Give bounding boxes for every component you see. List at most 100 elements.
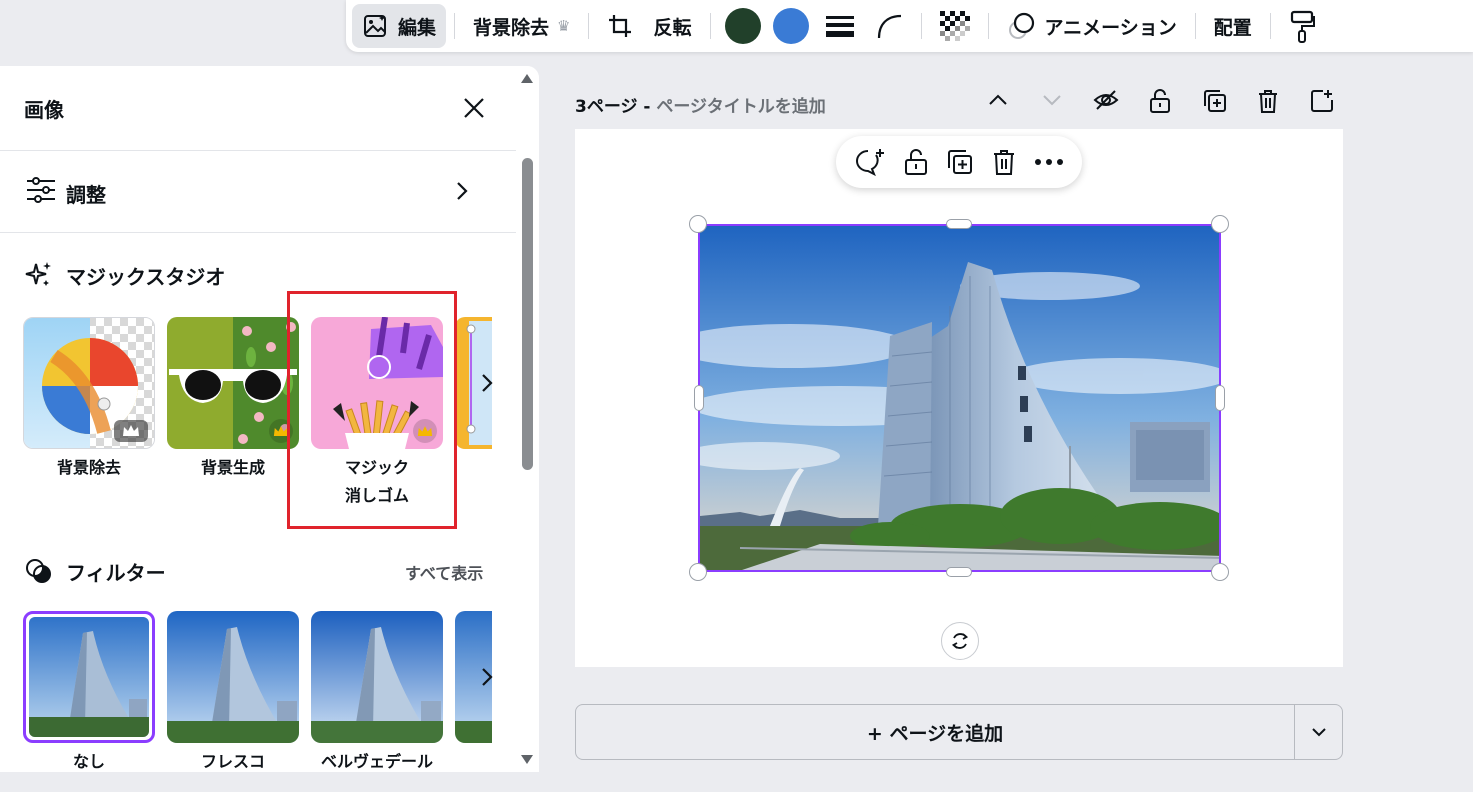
animate-icon — [1007, 11, 1037, 41]
resize-handle-bottom-left[interactable] — [689, 563, 707, 581]
page-header: 3ページ - ページタイトルを追加 — [575, 88, 1343, 118]
page-title[interactable]: 3ページ - ページタイトルを追加 — [575, 92, 826, 117]
image-edit-panel: 画像 調整 マジックスタジオ 背景除去 背景生成 マジック 消しゴム フィルター… — [0, 66, 539, 772]
resize-handle-top[interactable] — [946, 219, 972, 229]
bg-remover-label: 背景除去 — [56, 458, 121, 477]
crown-icon — [123, 425, 139, 436]
contextual-toolbar: 編集 背景除去 ♛ 反転 アニメーション 配置 — [346, 0, 1473, 52]
scroll-down-arrow-icon[interactable] — [520, 754, 534, 766]
scroll-up-arrow-icon[interactable] — [520, 72, 534, 84]
duplicate-page-icon[interactable] — [1202, 88, 1228, 114]
page-title-placeholder[interactable]: ページタイトルを追加 — [656, 97, 825, 117]
panel-header: 画像 — [0, 66, 539, 150]
remove-background-button[interactable]: 背景除去 ♛ — [463, 4, 580, 48]
panel-title: 画像 — [24, 98, 64, 122]
sparkles-icon — [24, 260, 54, 290]
adjust-label: 調整 — [66, 183, 106, 207]
resize-handle-bottom-right[interactable] — [1211, 563, 1229, 581]
filter-carousel-next-button[interactable] — [472, 662, 502, 692]
page-number-label: 3ページ - — [575, 97, 657, 117]
toolbar-divider — [920, 13, 922, 39]
flip-button[interactable]: 反転 — [643, 4, 701, 48]
bg-remover-card[interactable] — [23, 317, 155, 449]
resize-handle-top-right[interactable] — [1211, 215, 1229, 233]
chevron-right-icon — [452, 179, 472, 203]
add-comment-icon[interactable] — [854, 147, 886, 177]
element-floating-toolbar — [836, 136, 1082, 188]
chevron-right-icon — [482, 668, 493, 686]
toolbar-divider — [588, 13, 590, 39]
transparency-button[interactable] — [930, 4, 980, 48]
trash-icon[interactable] — [991, 148, 1017, 176]
close-panel-button[interactable] — [460, 94, 488, 122]
lock-icon[interactable] — [903, 147, 929, 177]
color-swatch-dark-green[interactable] — [724, 8, 761, 44]
filter-circles-icon — [24, 556, 54, 586]
crop-button[interactable] — [597, 4, 643, 48]
paint-roller-icon — [1289, 9, 1315, 43]
toolbar-divider — [987, 13, 989, 39]
close-icon — [464, 98, 484, 118]
filter-none-card[interactable] — [23, 611, 155, 743]
flip-label: 反転 — [653, 16, 692, 39]
border-style-icon — [825, 13, 855, 39]
edit-image-button[interactable]: 編集 — [352, 4, 447, 48]
add-page-button[interactable]: + ページを追加 — [576, 705, 1294, 759]
transparency-checker-icon — [939, 11, 970, 41]
magic-studio-label: マジックスタジオ — [66, 264, 226, 289]
divider — [0, 232, 516, 233]
rotate-handle[interactable] — [941, 622, 979, 660]
chevron-right-icon — [482, 374, 493, 392]
more-options-icon[interactable] — [1034, 157, 1064, 167]
hide-eye-icon[interactable] — [1093, 88, 1119, 112]
building-photo — [700, 226, 1219, 570]
crop-icon — [607, 13, 633, 39]
filter-belvedere-card[interactable] — [311, 611, 443, 743]
building-thumbnail — [311, 611, 443, 743]
resize-handle-right[interactable] — [1215, 385, 1225, 411]
toolbar-divider — [1194, 13, 1196, 39]
filters-heading: フィルター — [24, 556, 166, 586]
resize-handle-bottom[interactable] — [946, 567, 972, 577]
add-page-dropdown-button[interactable] — [1294, 705, 1342, 759]
chevron-up-icon[interactable] — [987, 88, 1009, 112]
toolbar-divider — [454, 13, 456, 39]
border-style-button[interactable] — [815, 4, 865, 48]
selected-image-element[interactable] — [698, 224, 1221, 572]
filter-belvedere-label: ベルヴェデール — [320, 752, 433, 771]
trash-icon[interactable] — [1256, 88, 1280, 114]
filter-fresco-card[interactable] — [167, 611, 299, 743]
bg-generator-card[interactable] — [167, 317, 299, 449]
corner-rounding-button[interactable] — [865, 4, 913, 48]
scrollbar-thumb[interactable] — [522, 158, 533, 470]
toolbar-divider — [709, 13, 711, 39]
image-edit-icon — [362, 12, 390, 40]
see-all-filters-link[interactable]: すべて表示 — [405, 560, 483, 584]
chevron-down-icon — [1311, 728, 1326, 737]
add-page-button-group: + ページを追加 — [575, 704, 1343, 760]
filter-fresco-label: フレスコ — [200, 752, 265, 771]
animate-label: アニメーション — [1044, 16, 1177, 39]
lock-icon[interactable] — [1148, 88, 1172, 114]
add-page-icon[interactable] — [1309, 88, 1335, 114]
toolbar-divider — [1269, 13, 1271, 39]
remove-bg-label: 背景除去 — [473, 16, 550, 39]
chevron-down-icon — [1041, 88, 1063, 112]
duplicate-icon[interactable] — [946, 148, 974, 176]
pro-crown-badge — [114, 420, 148, 442]
color-swatch-blue[interactable] — [772, 8, 809, 44]
magic-studio-heading: マジックスタジオ — [24, 260, 225, 290]
position-label: 配置 — [1213, 16, 1252, 39]
filter-none-label: なし — [72, 752, 105, 771]
corner-rounding-icon — [875, 12, 903, 40]
edit-label: 編集 — [398, 16, 437, 39]
magic-carousel-next-button[interactable] — [472, 368, 502, 398]
adjust-row[interactable]: 調整 — [0, 151, 516, 231]
animate-button[interactable]: アニメーション — [997, 4, 1187, 48]
resize-handle-left[interactable] — [694, 385, 704, 411]
rotate-icon — [951, 633, 969, 649]
copy-style-button[interactable] — [1279, 4, 1325, 48]
resize-handle-top-left[interactable] — [689, 215, 707, 233]
position-button[interactable]: 配置 — [1204, 4, 1262, 48]
sliders-icon — [26, 177, 56, 203]
